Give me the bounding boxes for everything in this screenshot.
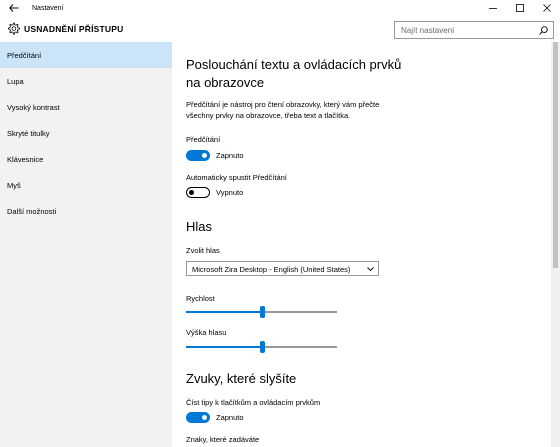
sidebar-item-label: Lupa [7,76,24,86]
narrator-toggle[interactable] [186,150,210,161]
scrollbar-thumb[interactable] [553,42,558,268]
page-header: USNADNĚNÍ PŘÍSTUPU Najít nastavení [0,16,560,42]
narrator-description: Předčítání je nástroj pro čtení obrazovk… [186,100,380,120]
voice-heading: Hlas [186,219,213,234]
page-title: USNADNĚNÍ PŘÍSTUPU [24,24,124,34]
back-button[interactable] [0,0,28,16]
sidebar-item-magnifier[interactable]: Lupa [0,68,172,94]
scrollbar[interactable] [551,42,560,447]
hints-toggle[interactable] [186,412,210,423]
hints-state: Zapnuto [216,413,244,422]
autostart-toggle[interactable] [186,187,210,198]
chevron-down-icon [367,267,374,272]
autostart-label: Automaticky spustit Předčítání [186,173,287,182]
slider-thumb[interactable] [259,341,265,353]
sidebar-item-closed-captions[interactable]: Skryté titulky [0,120,172,146]
sidebar-item-label: Skryté titulky [7,128,50,138]
autostart-state: Vypnuto [216,188,244,197]
sidebar-item-label: Klávesnice [7,154,44,164]
sidebar-item-keyboard[interactable]: Klávesnice [0,146,172,172]
close-icon [542,4,551,12]
hints-label: Číst tipy k tlačítkům a ovládacím prvkům [186,398,321,407]
sounds-heading: Zvuky, které slyšíte [186,371,297,386]
slider-fill [186,311,262,313]
sidebar: Předčítání Lupa Vysoký kontrast Skryté t… [0,42,172,447]
sidebar-item-narrator[interactable]: Předčítání [0,42,172,68]
maximize-button[interactable] [506,0,533,16]
close-button[interactable] [533,0,560,16]
main-content: Poslouchání textu a ovládacích prvků na … [173,42,551,447]
voice-label: Zvolit hlas [186,246,220,255]
sidebar-item-label: Další možnosti [7,206,57,216]
sidebar-item-label: Vysoký kontrast [7,102,60,112]
sidebar-item-label: Předčítání [7,50,42,60]
slider-thumb[interactable] [259,306,265,318]
search-icon[interactable] [539,26,548,35]
minimize-button[interactable] [479,0,506,16]
minimize-icon [488,8,497,9]
section-heading: Poslouchání textu a ovládacích prvků na … [186,57,402,90]
typed-chars-label: Znaky, které zadáváte [186,435,260,444]
voice-selected: Microsoft Zira Desktop - English (United… [192,265,351,274]
narrator-label: Předčítání [186,135,221,144]
sidebar-item-label: Myš [7,180,21,190]
gear-icon [8,22,20,35]
pitch-label: Výška hlasu [186,328,227,337]
pitch-slider[interactable] [186,341,337,353]
speed-label: Rychlost [186,294,215,303]
slider-fill [186,346,262,348]
maximize-icon [515,4,524,12]
search-placeholder: Najít nastavení [401,26,455,35]
speed-slider[interactable] [186,306,337,318]
search-input[interactable]: Najít nastavení [394,21,554,39]
narrator-state: Zapnuto [216,151,244,160]
window-title: Nastavení [32,4,64,12]
title-bar: Nastavení [0,0,560,16]
voice-dropdown[interactable]: Microsoft Zira Desktop - English (United… [186,261,379,276]
arrow-left-icon [9,4,19,12]
sidebar-item-mouse[interactable]: Myš [0,172,172,198]
sidebar-item-high-contrast[interactable]: Vysoký kontrast [0,94,172,120]
sidebar-item-other-options[interactable]: Další možnosti [0,198,172,224]
